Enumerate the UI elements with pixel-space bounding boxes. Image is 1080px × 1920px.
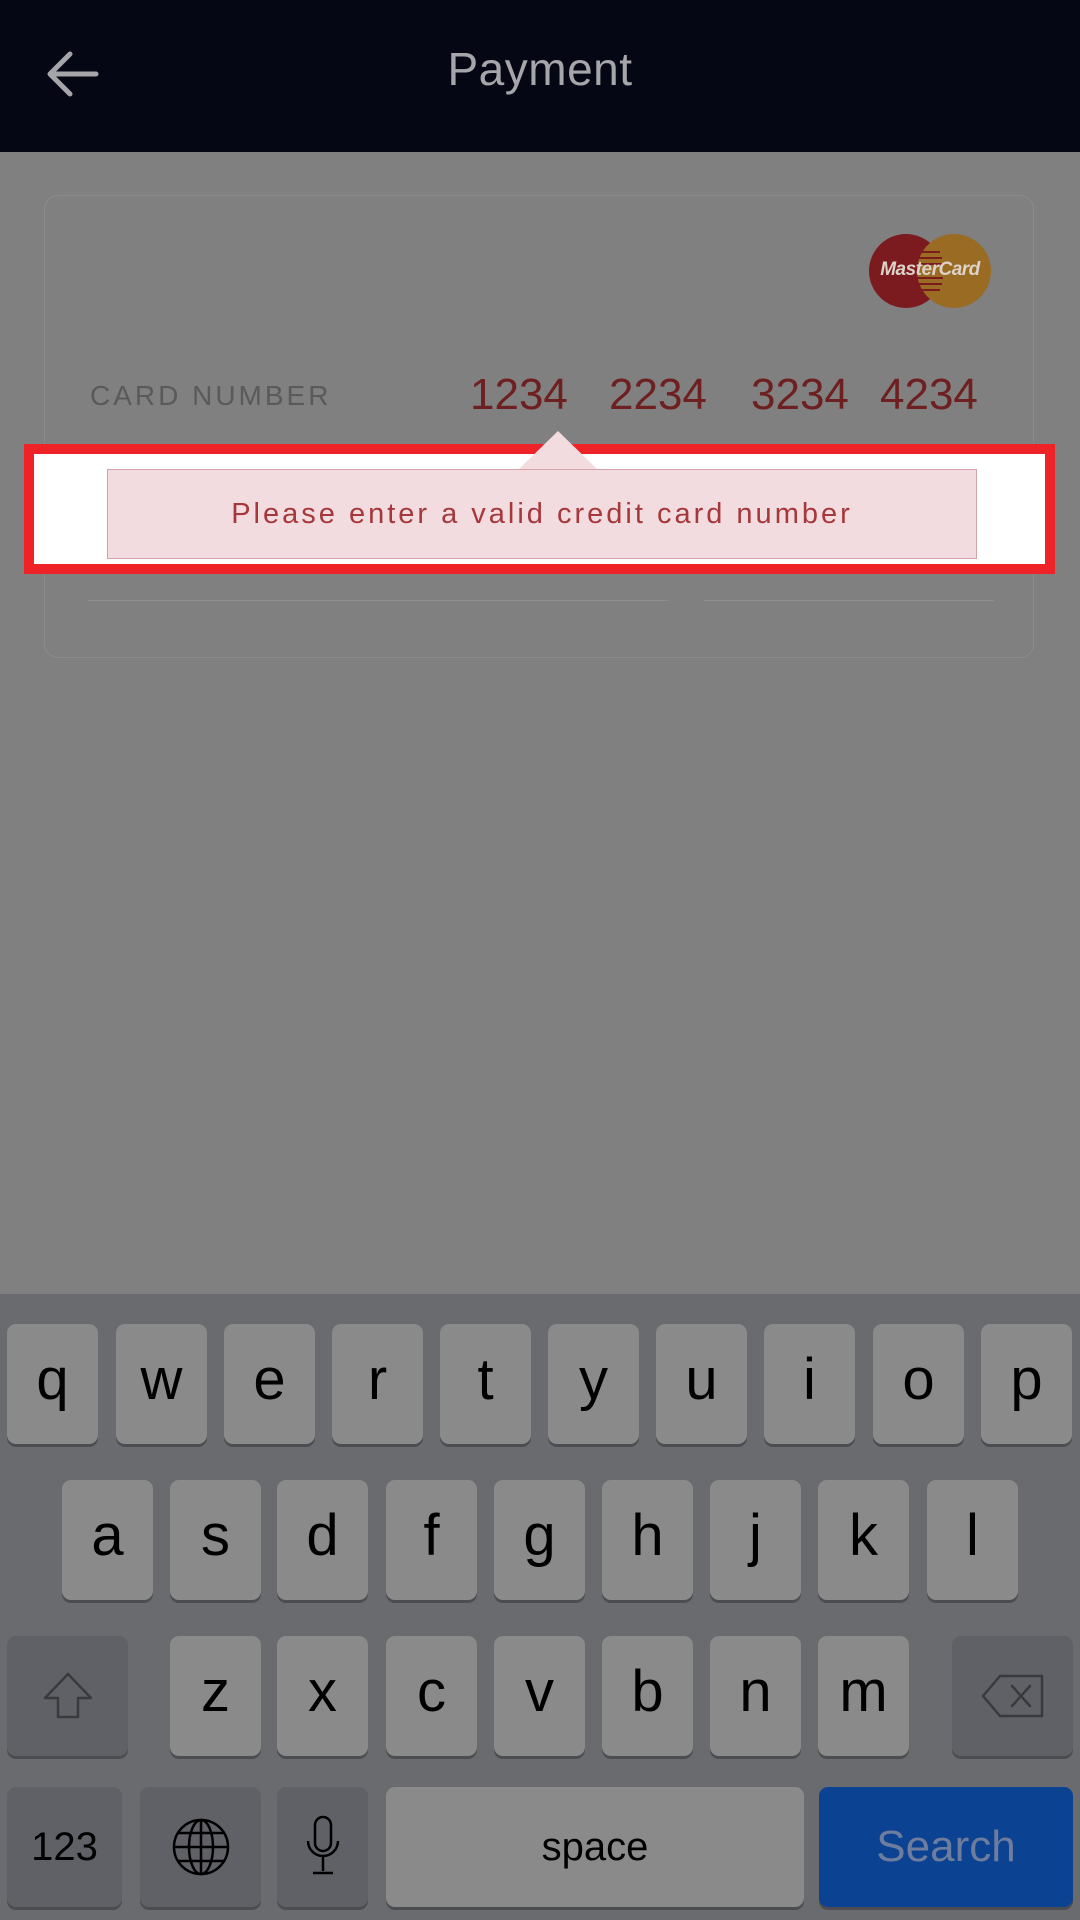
key-j[interactable]: j	[710, 1480, 801, 1600]
key-u[interactable]: u	[656, 1324, 747, 1444]
card-number-group-1[interactable]: 1234	[470, 370, 568, 420]
shift-key[interactable]	[7, 1636, 128, 1756]
key-o[interactable]: o	[873, 1324, 964, 1444]
card-number-error-tooltip: Please enter a valid credit card number	[107, 469, 977, 559]
key-e[interactable]: e	[224, 1324, 315, 1444]
key-b[interactable]: b	[602, 1636, 693, 1756]
key-z[interactable]: z	[170, 1636, 261, 1756]
key-w[interactable]: w	[116, 1324, 207, 1444]
card-number-group-3[interactable]: 3234	[751, 370, 849, 420]
key-q[interactable]: q	[7, 1324, 98, 1444]
shift-arrow-icon	[43, 1672, 92, 1719]
key-p[interactable]: p	[981, 1324, 1072, 1444]
key-h[interactable]: h	[602, 1480, 693, 1600]
tooltip-pointer	[519, 431, 597, 469]
key-s[interactable]: s	[170, 1480, 261, 1600]
card-number-group-2[interactable]: 2234	[609, 370, 707, 420]
backspace-icon	[981, 1674, 1043, 1718]
key-x[interactable]: x	[277, 1636, 368, 1756]
card-number-group-4[interactable]: 4234	[880, 370, 978, 420]
numbers-key[interactable]: 123	[7, 1787, 122, 1907]
search-key[interactable]: Search	[819, 1787, 1073, 1907]
page-title: Payment	[447, 43, 633, 95]
key-n[interactable]: n	[710, 1636, 801, 1756]
backspace-key[interactable]	[952, 1636, 1073, 1756]
mastercard-logo-text: MasterCard	[880, 259, 980, 280]
space-key[interactable]: space	[386, 1787, 804, 1907]
key-y[interactable]: y	[548, 1324, 639, 1444]
cvv-underline	[704, 600, 994, 601]
key-c[interactable]: c	[386, 1636, 477, 1756]
expiry-underline	[88, 600, 668, 601]
microphone-icon	[306, 1815, 339, 1875]
key-m[interactable]: m	[818, 1636, 909, 1756]
globe-icon	[172, 1818, 229, 1876]
globe-key[interactable]	[140, 1787, 261, 1907]
key-r[interactable]: r	[332, 1324, 423, 1444]
key-k[interactable]: k	[818, 1480, 909, 1600]
key-d[interactable]: d	[277, 1480, 368, 1600]
key-i[interactable]: i	[764, 1324, 855, 1444]
key-f[interactable]: f	[386, 1480, 477, 1600]
key-l[interactable]: l	[927, 1480, 1018, 1600]
key-g[interactable]: g	[494, 1480, 585, 1600]
on-screen-keyboard: q w e r t y u i o p a s d f g h j k l z …	[0, 1294, 1080, 1920]
key-t[interactable]: t	[440, 1324, 531, 1444]
key-a[interactable]: a	[62, 1480, 153, 1600]
key-v[interactable]: v	[494, 1636, 585, 1756]
card-number-label: CARD NUMBER	[90, 380, 332, 411]
microphone-key[interactable]	[277, 1787, 368, 1907]
app-header: Payment	[0, 0, 1080, 152]
